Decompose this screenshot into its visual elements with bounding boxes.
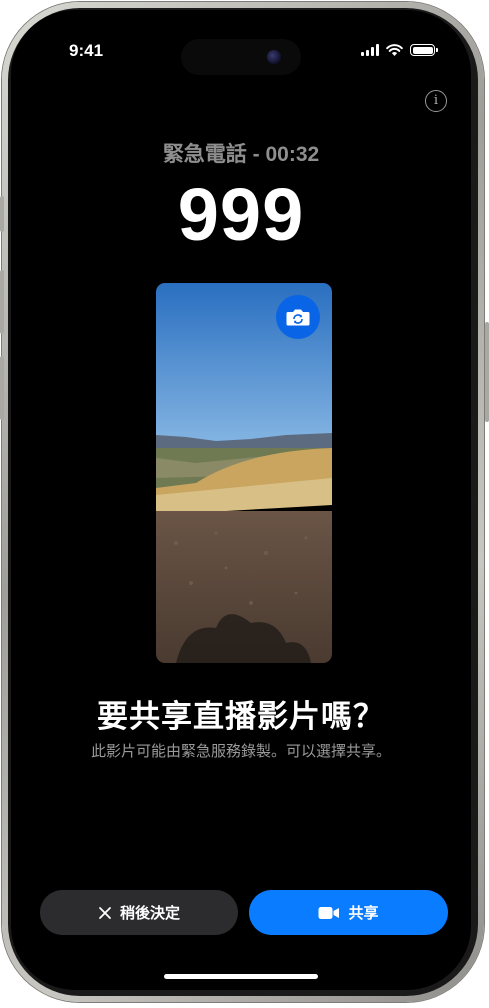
decide-later-button[interactable]: 稍後決定 — [40, 890, 238, 935]
wifi-icon — [386, 44, 403, 56]
share-video-title: 要共享直播影片嗎？ — [97, 699, 385, 734]
info-icon[interactable]: i — [425, 90, 447, 112]
close-x-icon — [99, 906, 111, 919]
live-video-preview — [156, 283, 332, 663]
share-video-subtitle: 此影片可能由緊急服務錄製。可以選擇共享。 — [90, 743, 391, 760]
front-camera-icon — [267, 50, 281, 64]
decide-later-label: 稍後決定 — [119, 905, 180, 922]
camera-feed-image — [156, 283, 332, 663]
screen: 9:41 i 緊急電話 - 00:32 999 要共享直播影片嗎？ 此影片可能由… — [11, 10, 471, 990]
battery-icon — [410, 44, 438, 56]
dynamic-island — [181, 39, 301, 75]
cellular-signal-icon — [361, 44, 379, 56]
volume-down-button — [0, 356, 4, 420]
camera-flip-button[interactable] — [276, 295, 320, 339]
home-indicator[interactable] — [164, 974, 318, 979]
status-time: 9:41 — [69, 41, 104, 60]
share-label: 共享 — [348, 905, 379, 922]
volume-up-button — [0, 270, 4, 334]
action-button — [0, 196, 4, 232]
status-icons — [361, 44, 438, 56]
share-button[interactable]: 共享 — [249, 890, 448, 935]
camera-flip-icon — [286, 309, 310, 326]
call-status: 緊急電話 - 00:32 — [162, 143, 320, 166]
side-power-button — [485, 322, 489, 422]
call-number: 999 — [177, 173, 305, 256]
video-camera-icon — [318, 906, 340, 919]
